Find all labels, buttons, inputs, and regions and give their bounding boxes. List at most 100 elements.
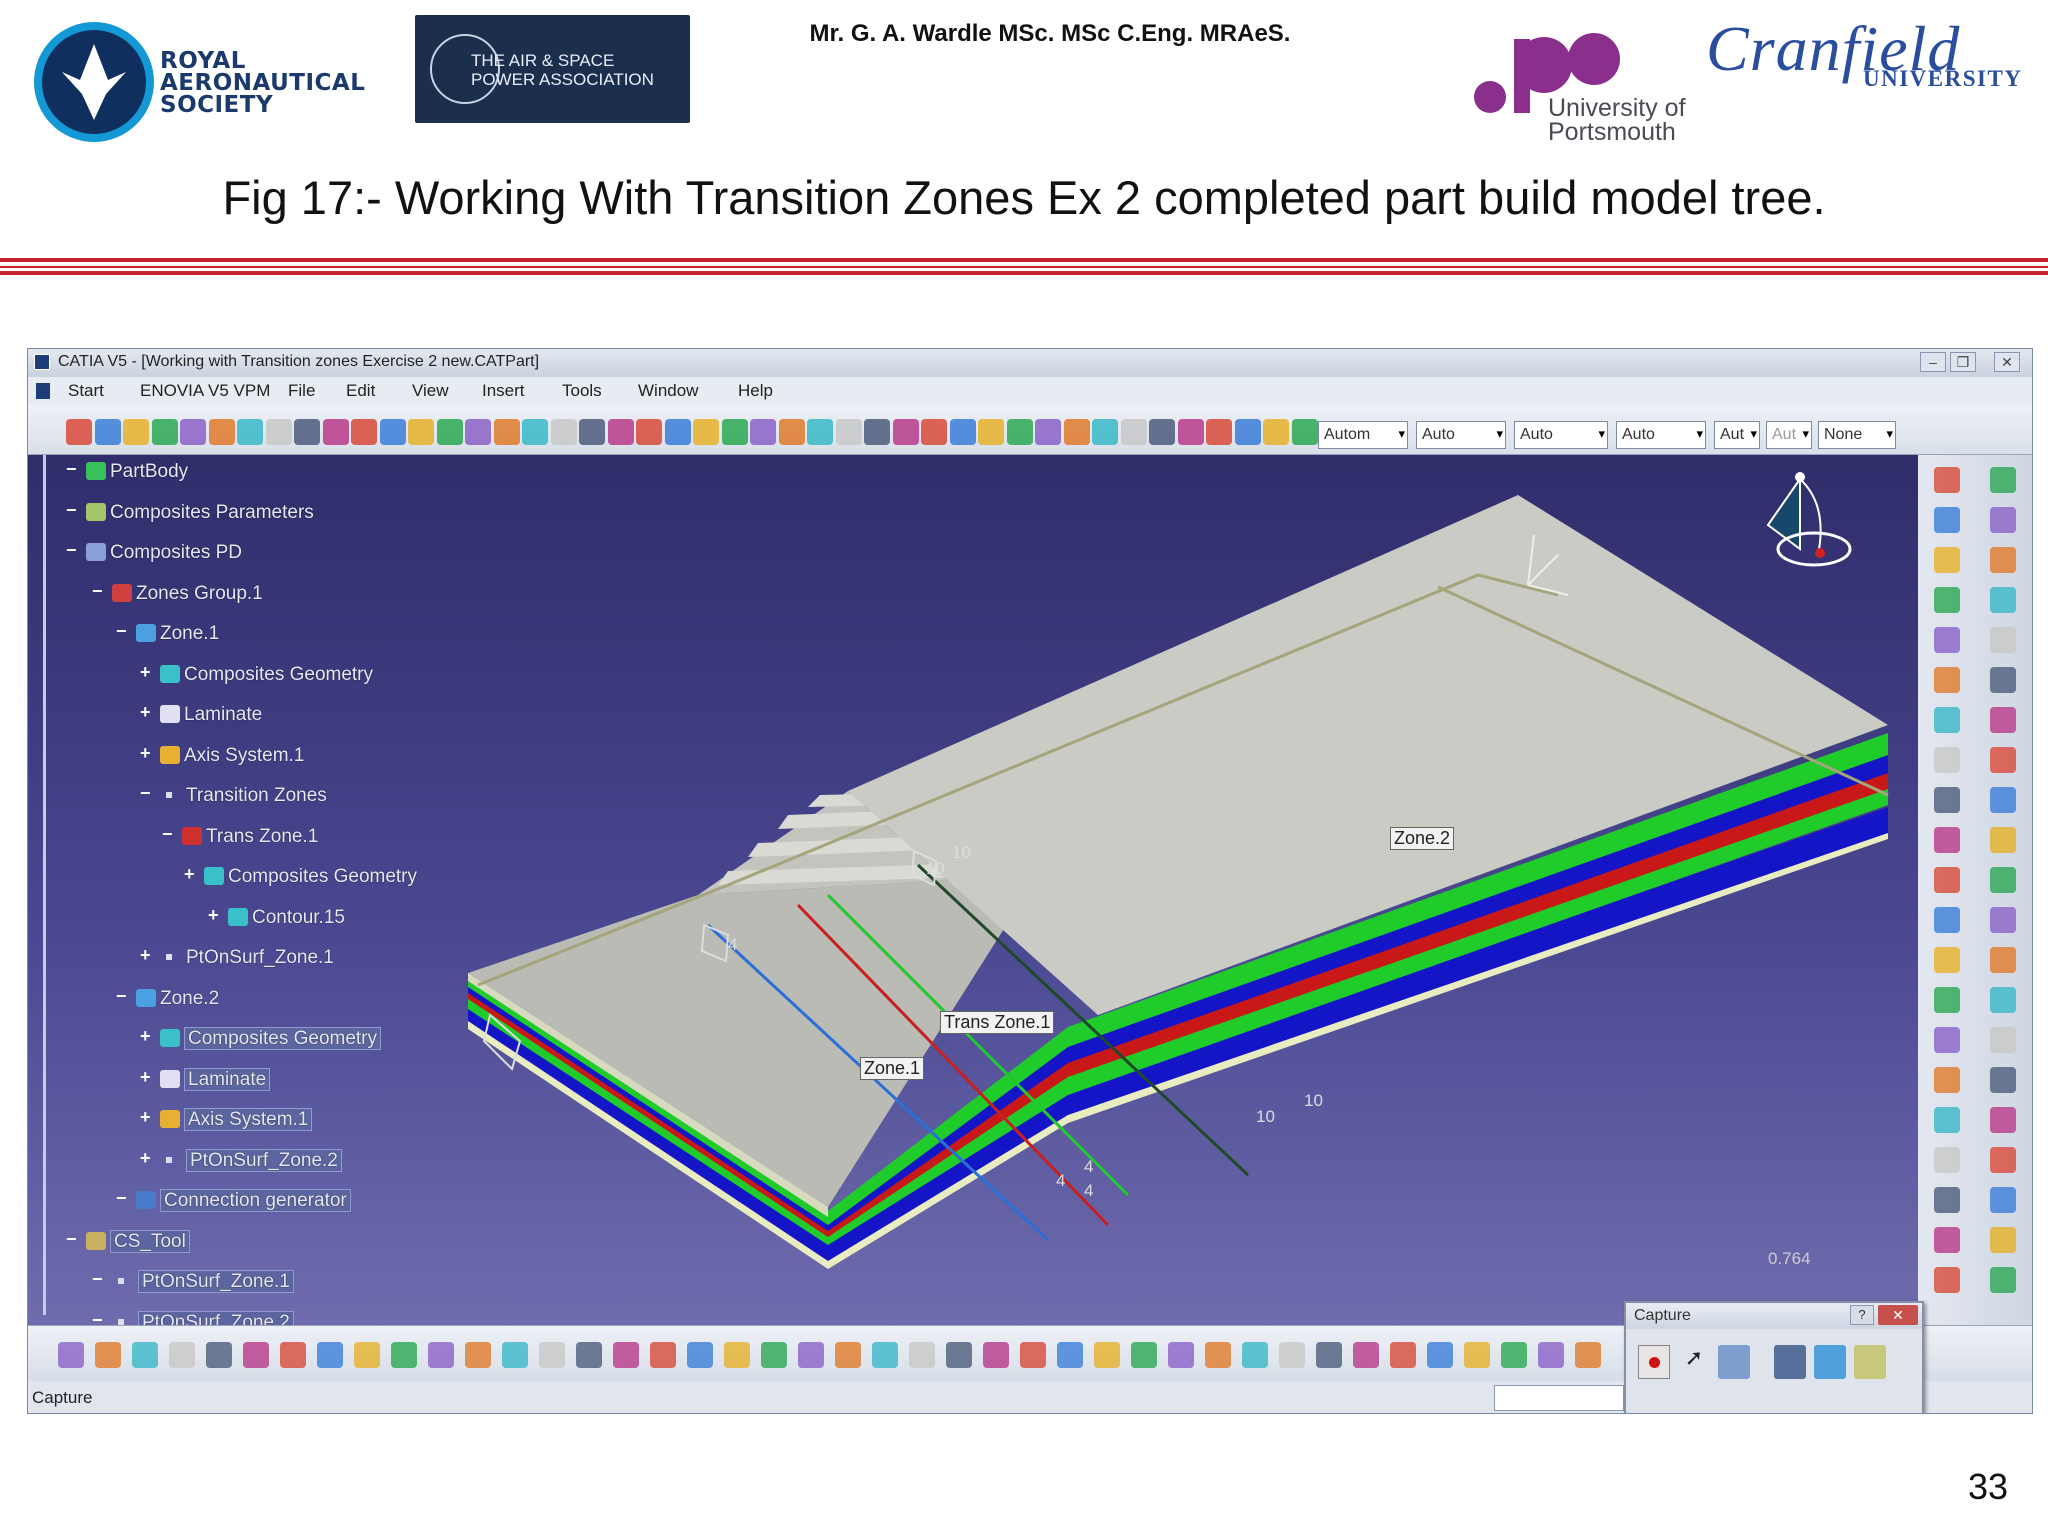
toolbar-tool-icon[interactable] xyxy=(151,419,178,445)
toolbar-tool-icon[interactable] xyxy=(351,419,377,445)
workbench-tool-icon[interactable] xyxy=(1990,1067,2016,1093)
workbench-tool-icon[interactable] xyxy=(1990,747,2016,773)
tree-node[interactable]: PtOnSurf_Zone.1 xyxy=(112,1270,294,1293)
tree-expander[interactable]: + xyxy=(140,702,151,723)
toolbar-tool-icon[interactable] xyxy=(94,419,121,445)
toolbar-tool-icon[interactable] xyxy=(1263,419,1289,445)
toolbar-tool-icon[interactable] xyxy=(436,419,463,445)
menu-start[interactable]: Start xyxy=(68,381,104,401)
tree-node[interactable]: Trans Zone.1 xyxy=(182,826,318,848)
toolbar-tool-icon[interactable] xyxy=(1149,419,1175,445)
toolbar-tool-icon[interactable] xyxy=(265,419,292,445)
menu-insert[interactable]: Insert xyxy=(482,381,525,401)
toolbar-tool-icon[interactable] xyxy=(949,419,976,445)
workbench-tool-icon[interactable] xyxy=(1990,907,2016,933)
view-tool-icon[interactable] xyxy=(1094,1342,1120,1368)
tree-node[interactable]: PtOnSurf_Zone.2 xyxy=(160,1148,342,1172)
capture-options-icon[interactable] xyxy=(1718,1345,1750,1379)
combo-auto-1[interactable]: Auto xyxy=(1416,421,1506,449)
toolbar-tool-icon[interactable] xyxy=(1206,419,1232,445)
toolbar-tool-icon[interactable] xyxy=(778,419,805,445)
workbench-tool-icon[interactable] xyxy=(1934,1227,1960,1253)
workbench-tool-icon[interactable] xyxy=(1990,707,2016,733)
tree-node[interactable]: Composites Geometry xyxy=(204,866,417,888)
tree-expander[interactable]: + xyxy=(140,1026,151,1047)
menu-tools[interactable]: Tools xyxy=(562,381,602,401)
workbench-tool-icon[interactable] xyxy=(1990,787,2016,813)
toolbar-tool-icon[interactable] xyxy=(522,419,548,445)
toolbar-tool-icon[interactable] xyxy=(1291,419,1318,445)
tree-expander[interactable]: − xyxy=(66,1229,77,1250)
toolbar-tool-icon[interactable] xyxy=(750,419,776,445)
view-tool-icon[interactable] xyxy=(613,1342,639,1368)
toolbar-tool-icon[interactable] xyxy=(636,419,662,445)
menu-window[interactable]: Window xyxy=(638,381,698,401)
toolbar-tool-icon[interactable] xyxy=(208,419,235,445)
combo-aut-1[interactable]: Aut xyxy=(1714,421,1760,449)
toolbar-tool-icon[interactable] xyxy=(1006,419,1033,445)
tree-node[interactable]: Composites PD xyxy=(86,542,242,564)
menu-enovia[interactable]: ENOVIA V5 VPM xyxy=(140,381,270,401)
view-tool-icon[interactable] xyxy=(1168,1342,1194,1368)
view-tool-icon[interactable] xyxy=(1242,1342,1268,1368)
workbench-tool-icon[interactable] xyxy=(1990,507,2016,533)
view-tool-icon[interactable] xyxy=(1205,1342,1231,1368)
view-tool-icon[interactable] xyxy=(650,1342,676,1368)
workbench-tool-icon[interactable] xyxy=(1934,1267,1960,1293)
view-tool-icon[interactable] xyxy=(206,1342,232,1368)
workbench-tool-icon[interactable] xyxy=(1990,987,2016,1013)
workbench-tool-icon[interactable] xyxy=(1990,467,2016,493)
toolbar-tool-icon[interactable] xyxy=(892,419,919,445)
view-tool-icon[interactable] xyxy=(243,1342,269,1368)
view-tool-icon[interactable] xyxy=(835,1342,861,1368)
toolbar-tool-icon[interactable] xyxy=(123,419,149,445)
capture-image-icon[interactable] xyxy=(1814,1345,1846,1379)
tree-node[interactable]: Zone.2 xyxy=(136,988,219,1010)
toolbar-tool-icon[interactable] xyxy=(1177,419,1204,445)
workbench-tool-icon[interactable] xyxy=(1990,587,2016,613)
view-tool-icon[interactable] xyxy=(1131,1342,1157,1368)
toolbar-tool-icon[interactable] xyxy=(921,419,947,445)
menu-file[interactable]: File xyxy=(288,381,315,401)
toolbar-tool-icon[interactable] xyxy=(493,419,520,445)
tree-expander[interactable]: − xyxy=(66,540,77,561)
workbench-tool-icon[interactable] xyxy=(1934,1187,1960,1213)
tree-expander[interactable]: + xyxy=(208,905,219,926)
workbench-tool-icon[interactable] xyxy=(1990,667,2016,693)
view-tool-icon[interactable] xyxy=(1575,1342,1601,1368)
toolbar-tool-icon[interactable] xyxy=(1092,419,1118,445)
toolbar-tool-icon[interactable] xyxy=(379,419,406,445)
toolbar-tool-icon[interactable] xyxy=(693,419,719,445)
view-tool-icon[interactable] xyxy=(946,1342,972,1368)
workbench-tool-icon[interactable] xyxy=(1934,667,1960,693)
workbench-tool-icon[interactable] xyxy=(1934,827,1960,853)
tree-expander[interactable]: − xyxy=(162,824,173,845)
workbench-tool-icon[interactable] xyxy=(1934,987,1960,1013)
view-tool-icon[interactable] xyxy=(1427,1342,1453,1368)
workbench-tool-icon[interactable] xyxy=(1934,547,1960,573)
tree-node[interactable]: Transition Zones xyxy=(160,785,327,807)
toolbar-tool-icon[interactable] xyxy=(579,419,605,445)
tree-expander[interactable]: + xyxy=(140,1107,151,1128)
workbench-tool-icon[interactable] xyxy=(1934,907,1960,933)
menu-edit[interactable]: Edit xyxy=(346,381,375,401)
toolbar-tool-icon[interactable] xyxy=(864,419,890,445)
view-tool-icon[interactable] xyxy=(539,1342,565,1368)
capture-album-icon[interactable] xyxy=(1774,1345,1806,1379)
toolbar-tool-icon[interactable] xyxy=(180,419,206,445)
view-tool-icon[interactable] xyxy=(761,1342,787,1368)
toolbar-tool-icon[interactable] xyxy=(237,419,263,445)
workbench-tool-icon[interactable] xyxy=(1990,867,2016,893)
view-tool-icon[interactable] xyxy=(1057,1342,1083,1368)
workbench-tool-icon[interactable] xyxy=(1990,827,2016,853)
combo-autom[interactable]: Autom xyxy=(1318,421,1408,449)
toolbar-tool-icon[interactable] xyxy=(1234,419,1261,445)
tree-node[interactable]: Composites Geometry xyxy=(160,664,373,686)
tree-expander[interactable]: − xyxy=(116,621,127,642)
tree-expander[interactable]: + xyxy=(140,1148,151,1169)
record-capture-button[interactable] xyxy=(1638,1345,1670,1379)
capture-close-button[interactable]: ✕ xyxy=(1878,1305,1918,1325)
workbench-tool-icon[interactable] xyxy=(1934,947,1960,973)
view-tool-icon[interactable] xyxy=(58,1342,84,1368)
workbench-tool-icon[interactable] xyxy=(1934,507,1960,533)
